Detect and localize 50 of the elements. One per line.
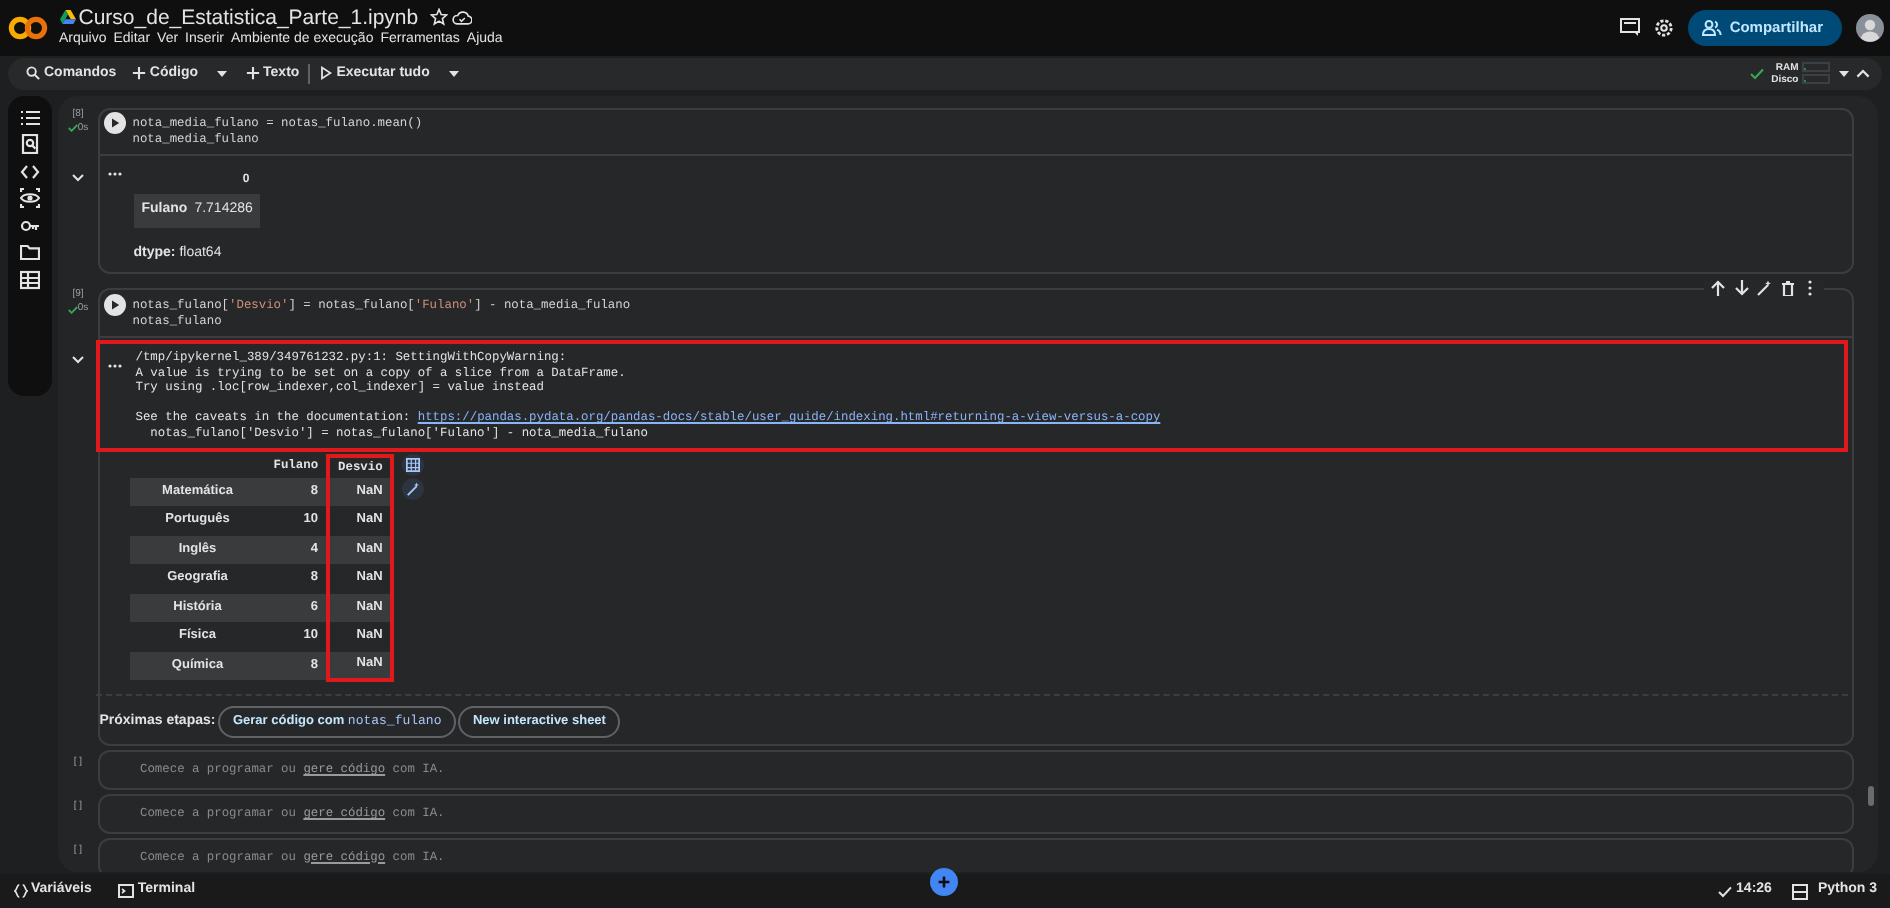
folder-icon[interactable] — [20, 242, 40, 263]
caret-icon[interactable] — [215, 69, 228, 78]
check-icon — [1718, 885, 1733, 898]
star-icon[interactable] — [429, 8, 448, 27]
add-button[interactable] — [930, 868, 958, 897]
check-icon — [67, 124, 78, 133]
run-button[interactable] — [103, 112, 126, 135]
plus-icon — [131, 66, 146, 81]
table-view-button[interactable] — [401, 453, 424, 476]
chevron-icon[interactable] — [72, 356, 84, 365]
collapse-icon[interactable] — [1856, 68, 1870, 79]
table-icon[interactable] — [20, 269, 40, 290]
colab-logo[interactable] — [7, 15, 47, 40]
plus-icon — [245, 66, 260, 81]
caret-icon[interactable] — [447, 69, 460, 78]
find-icon[interactable] — [20, 134, 40, 155]
play-icon — [109, 118, 120, 129]
drive-icon — [59, 10, 75, 25]
check-icon — [67, 305, 78, 314]
comment-icon[interactable] — [1619, 18, 1640, 37]
notebook-title[interactable]: Curso_de_Estatistica_Parte_1.ipynb — [78, 5, 419, 30]
move-down-icon[interactable] — [1733, 280, 1749, 297]
settings-icon[interactable] — [1653, 17, 1674, 38]
move-up-icon[interactable] — [1710, 280, 1726, 297]
suggest-chart-button[interactable] — [401, 478, 424, 501]
key-icon[interactable] — [20, 215, 40, 236]
play-icon — [109, 300, 120, 311]
magic-wand-icon — [405, 482, 420, 497]
terminal-icon — [117, 884, 134, 899]
server-icon — [1791, 883, 1808, 900]
more-output-icon[interactable] — [107, 363, 122, 368]
eye-icon[interactable] — [20, 188, 40, 209]
chevron-icon[interactable] — [72, 173, 84, 182]
scrollbar-thumb[interactable] — [1868, 785, 1874, 806]
check-icon — [1750, 67, 1765, 80]
run-button[interactable] — [103, 294, 126, 317]
plus-icon — [938, 876, 950, 889]
people-icon — [1701, 19, 1722, 36]
cloud-icon[interactable] — [451, 9, 472, 26]
braces-icon — [13, 884, 27, 899]
delete-icon[interactable] — [1779, 280, 1795, 297]
code-icon[interactable] — [20, 161, 40, 182]
magic-wand-icon[interactable] — [1756, 280, 1772, 297]
search-icon — [26, 66, 40, 81]
caret-icon[interactable] — [1837, 69, 1849, 78]
avatar[interactable] — [1855, 13, 1883, 42]
more-output-icon[interactable] — [108, 172, 122, 177]
toc-icon[interactable] — [20, 107, 40, 128]
play-icon — [320, 66, 333, 81]
table-icon — [405, 457, 420, 472]
